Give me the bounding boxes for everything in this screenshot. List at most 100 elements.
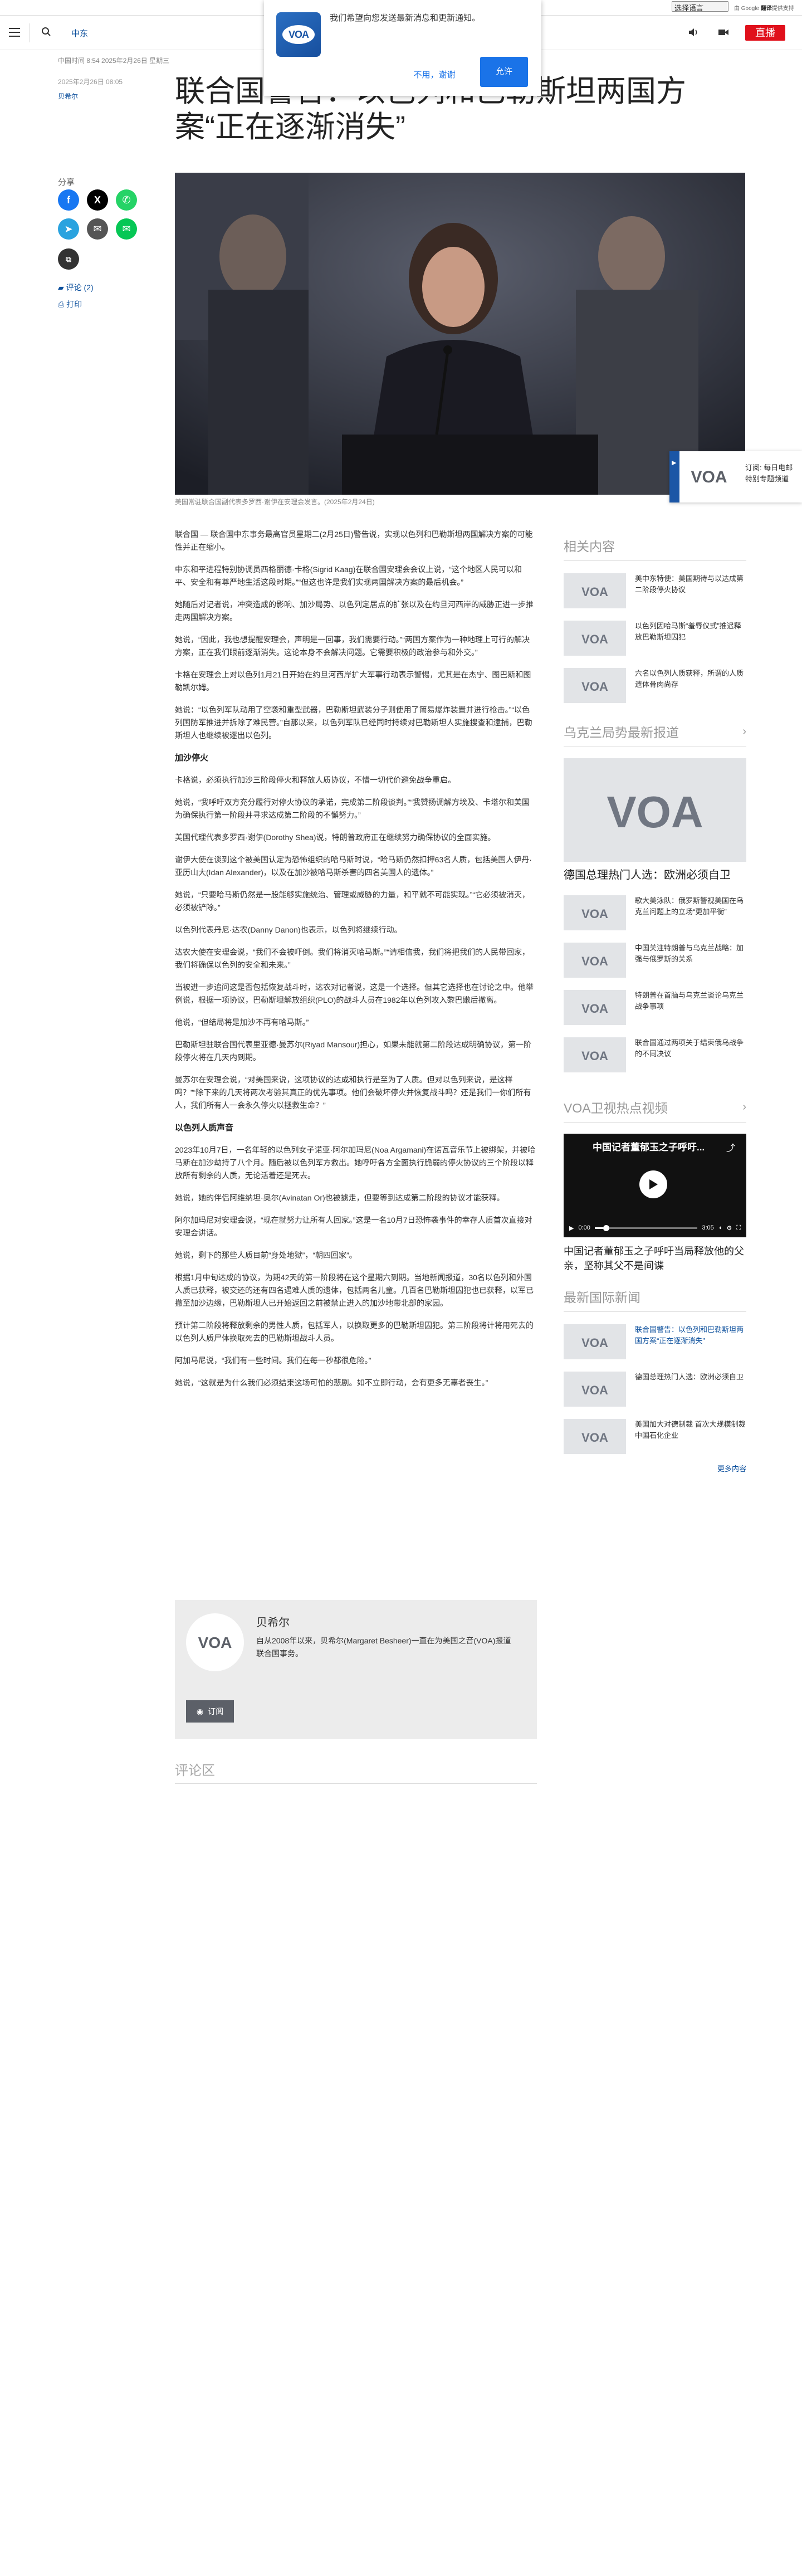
- video-controls: ▶ 0:00 3:05 ◖ ⚙ ⛶: [564, 1218, 746, 1237]
- paragraph: 中东和平进程特别协调员西格丽德·卡格(Sigrid Kaag)在联合国安理会会议…: [175, 565, 522, 587]
- share-label: 分享: [58, 178, 75, 187]
- publish-date: 2025年2月26日 08:05: [58, 78, 123, 86]
- live-button[interactable]: 直播: [745, 25, 785, 41]
- email-share-icon[interactable]: ✉: [87, 218, 108, 240]
- video-section: VOA卫视热点视频 › 中国记者董郁玉之子呼吁... ⤴ ▶ 0:00 3:05 …: [564, 1097, 746, 1273]
- list-item[interactable]: VOA 美国加大对德制裁 首次大规模制裁中国石化企业: [564, 1419, 746, 1454]
- video-heading[interactable]: VOA卫视热点视频 ›: [564, 1097, 746, 1123]
- list-item[interactable]: VOA 美中东特使：美国期待与以达成第二阶段停火协议: [564, 573, 746, 608]
- list-item[interactable]: VOA 中国关注特朗普与乌克兰战略：加强与俄罗斯的关系: [564, 943, 746, 978]
- author-bio: 自从2008年以来，贝希尔(Margaret Besheer)一直在为美国之音(…: [256, 1636, 511, 1658]
- svg-text:VOA: VOA: [581, 954, 608, 968]
- list-item[interactable]: VOA 联合国通过两项关于结束俄乌战争的不同决议: [564, 1037, 746, 1072]
- video-icon[interactable]: [717, 27, 730, 38]
- video-overlay-title: 中国记者董郁玉之子呼吁...: [593, 1142, 705, 1153]
- paragraph: 巴勒斯坦驻联合国代表里亚德·曼苏尔(Riyad Mansour)担心，如果未能就…: [175, 1040, 532, 1062]
- subscribe-text: 订阅: 每日电邮 特别专题频道: [745, 464, 793, 483]
- rss-subscribe-button[interactable]: ◉ 订阅: [186, 1700, 234, 1723]
- ukraine-section: 乌克兰局势最新报道 › VOA 德国总理热门人选：欧洲必须自卫 VOA 歌大美泳队：…: [564, 722, 746, 1072]
- feature-title[interactable]: 德国总理热门人选：欧洲必须自卫: [564, 867, 746, 883]
- video-duration: 3:05: [702, 1224, 714, 1231]
- list-item[interactable]: VOA 联合国警告：以色列和巴勒斯坦两国方案“正在逐渐消失”: [564, 1324, 746, 1359]
- thumbnail: VOA: [564, 1037, 626, 1072]
- thumbnail: VOA: [564, 621, 626, 656]
- facebook-share-icon[interactable]: f: [58, 189, 79, 211]
- paragraph: 当被进一步追问这是否包括恢复战斗时，达农对记者说，这是一个选择。但其它选择也在讨…: [175, 983, 534, 1004]
- author-link[interactable]: 贝希尔: [58, 91, 78, 101]
- paragraph: 她说，“只要哈马斯仍然是一股能够实施统治、管理或威胁的力量，和平就不可能实现。”…: [175, 890, 530, 912]
- svg-text:VOA: VOA: [581, 1049, 608, 1063]
- x-share-icon[interactable]: X: [87, 189, 108, 211]
- author-box: VOA 贝希尔 自从2008年以来，贝希尔(Margaret Besheer)一…: [175, 1600, 537, 1739]
- deny-button[interactable]: 不用，谢谢: [408, 64, 461, 87]
- line-share-icon[interactable]: ✉: [116, 218, 137, 240]
- paragraph: 达农大使在安理会说，“我们不会被吓倒。我们将消灭哈马斯。”“请相信我，我们将把我…: [175, 948, 530, 969]
- list-item[interactable]: VOA 六名以色列人质获释，所谓的人质遗体骨肉尚存: [564, 668, 746, 703]
- play-icon[interactable]: ▶: [569, 1224, 574, 1232]
- intl-heading: 最新国际新闻: [564, 1287, 746, 1312]
- more-link[interactable]: 更多内容: [564, 1463, 746, 1474]
- volume-icon[interactable]: ◖: [718, 1224, 722, 1231]
- thumbnail: VOA: [564, 990, 626, 1025]
- share-icon[interactable]: ⤴: [726, 1140, 735, 1154]
- telegram-share-icon[interactable]: ➤: [58, 218, 79, 240]
- svg-text:VOA: VOA: [581, 1383, 608, 1397]
- comments-link[interactable]: ▰ 评论 (2): [58, 282, 94, 293]
- section-heading: 加沙停火: [175, 753, 209, 763]
- list-item[interactable]: VOA 德国总理热门人选：欧洲必须自卫: [564, 1372, 746, 1407]
- svg-text:VOA: VOA: [198, 1634, 232, 1651]
- header-divider: [29, 23, 30, 42]
- video-player[interactable]: 中国记者董郁玉之子呼吁... ⤴ ▶ 0:00 3:05 ◖ ⚙ ⛶: [564, 1134, 746, 1237]
- notification-prompt: VOA 我们希望向您发送最新消息和更新通知。 不用，谢谢 允许: [264, 0, 541, 96]
- related-content: 相关内容 VOA 美中东特使：美国期待与以达成第二阶段停火协议 VOA 以色列因哈马…: [564, 536, 746, 703]
- print-link[interactable]: ⎙ 打印: [58, 299, 82, 310]
- svg-text:VOA: VOA: [581, 1336, 608, 1350]
- section-heading: 以色列人质声音: [175, 1123, 234, 1133]
- list-item[interactable]: VOA 特朗普在首脑与乌克兰谈论乌克兰战争事项: [564, 990, 746, 1025]
- list-item[interactable]: VOA 以色列因哈马斯“羞辱仪式”推迟释放巴勒斯坦囚犯: [564, 621, 746, 656]
- paragraph: 她说，“这就是为什么我们必须结束这场可怕的悲剧。如不立即行动，会有更多无辜者丧生…: [175, 1378, 488, 1387]
- voa-logo: VOA: [198, 1634, 232, 1651]
- author-name[interactable]: 贝希尔: [256, 1613, 290, 1629]
- thumbnail[interactable]: VOA: [564, 758, 746, 862]
- whatsapp-share-icon[interactable]: ✆: [116, 189, 137, 211]
- fullscreen-icon[interactable]: ⛶: [736, 1224, 741, 1232]
- video-caption[interactable]: 中国记者董郁玉之子呼吁当局释放他的父亲，坚称其父不是间谍: [564, 1244, 746, 1273]
- svg-text:VOA: VOA: [581, 680, 608, 694]
- chevron-right-icon: ›: [742, 725, 746, 738]
- svg-text:VOA: VOA: [691, 468, 727, 486]
- list-item[interactable]: VOA 歌大美泳队：俄罗斯警视美国在乌克兰问题上的立场“更加平衡”: [564, 895, 746, 930]
- menu-icon[interactable]: [9, 28, 20, 37]
- paragraph: 曼苏尔在安理会说，“对美国来说，这项协议的达成和执行是至为了人质。但对以色列来说…: [175, 1075, 531, 1110]
- notification-text: 我们希望向您发送最新消息和更新通知。: [330, 13, 481, 23]
- paragraph: 她说：“以色列军队动用了空袭和重型武器，巴勒斯坦武装分子则使用了简易爆炸装置并进…: [175, 705, 532, 740]
- thumbnail: VOA: [564, 1419, 626, 1454]
- thumbnail: VOA: [564, 943, 626, 978]
- audio-icon[interactable]: [687, 27, 700, 38]
- progress-bar[interactable]: [594, 1224, 698, 1231]
- play-button[interactable]: [639, 1170, 667, 1198]
- avatar: VOA: [186, 1613, 244, 1671]
- allow-button[interactable]: 允许: [480, 57, 528, 87]
- thumbnail: VOA: [564, 1324, 626, 1359]
- comment-icon: ▰: [58, 283, 64, 292]
- related-heading: 相关内容: [564, 536, 746, 561]
- rss-icon: ◉: [196, 1706, 204, 1716]
- copy-link-icon[interactable]: ⧉: [58, 248, 79, 270]
- language-select[interactable]: 选择语言: [672, 1, 728, 12]
- ukraine-heading[interactable]: 乌克兰局势最新报道 ›: [564, 722, 746, 747]
- collapse-handle[interactable]: ▶: [669, 451, 679, 502]
- section-link[interactable]: 中东: [71, 27, 88, 39]
- video-time: 0:00: [578, 1224, 590, 1231]
- settings-icon[interactable]: ⚙: [726, 1224, 732, 1232]
- paragraph: 卡格说，必须执行加沙三阶段停火和释放人质协议，不惜一切代价避免战争重启。: [175, 775, 456, 784]
- chevron-right-icon: ▶: [672, 460, 677, 466]
- paragraph: 预计第二阶段将释放剩余的男性人质，包括军人，以换取更多的巴勒斯坦囚犯。第三阶段将…: [175, 1321, 534, 1343]
- paragraph: 阿尔加玛尼对安理会说，“现在就努力让所有人回家。”这是一名10月7日恐怖袭事件的…: [175, 1216, 532, 1237]
- subscribe-widget[interactable]: ▶ VOA 订阅: 每日电邮 特别专题频道: [669, 451, 802, 502]
- search-icon[interactable]: [41, 27, 51, 37]
- voa-logo: VOA: [684, 462, 734, 491]
- comments-heading: 评论区: [175, 1759, 537, 1784]
- paragraph: 她随后对记者说，冲突造成的影响、加沙局势、以色列定居点的扩张以及在约旦河西岸的威…: [175, 600, 534, 622]
- thumbnail: VOA: [564, 895, 626, 930]
